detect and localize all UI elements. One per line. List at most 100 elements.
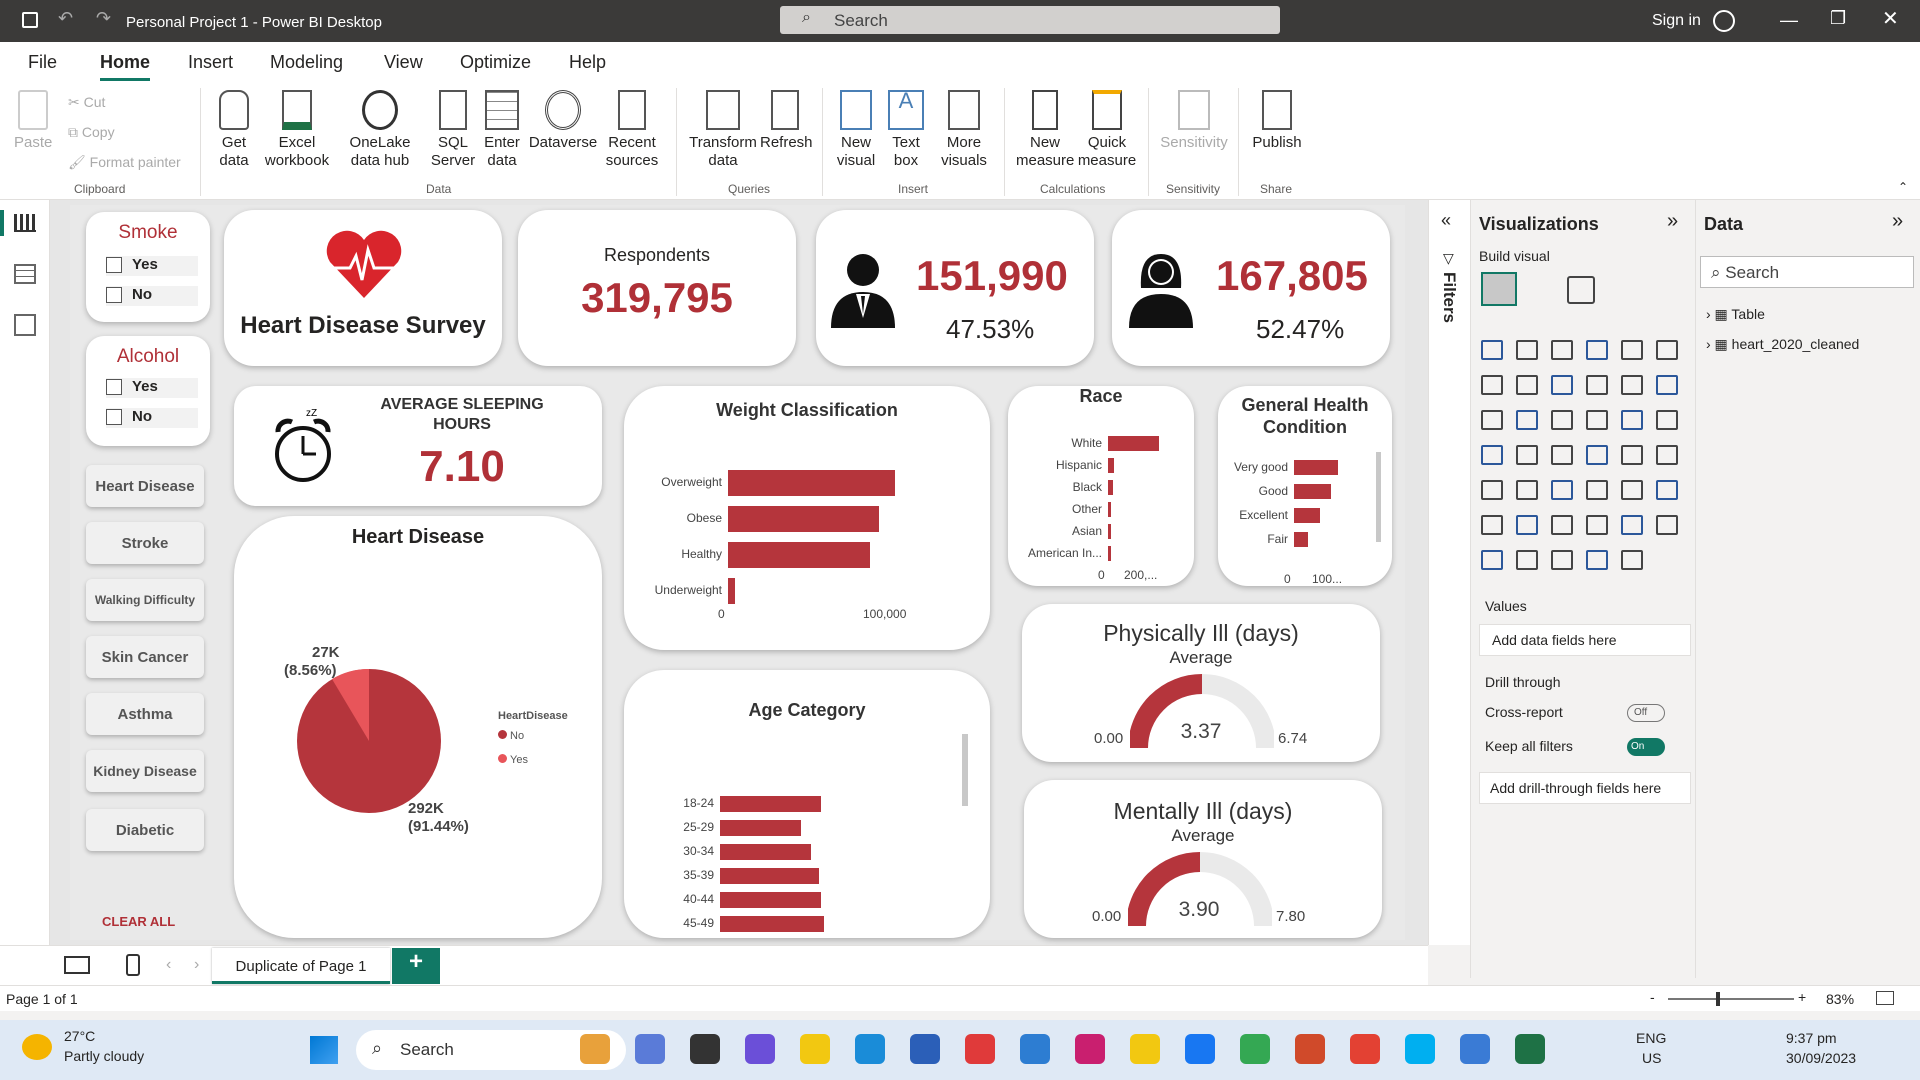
text-box-button[interactable]: A Text box: [884, 90, 928, 170]
zoom-slider[interactable]: [1668, 992, 1794, 1006]
mobile-layout-icon[interactable]: [126, 954, 140, 976]
alcohol-no-option[interactable]: No: [106, 408, 198, 428]
sensitivity-button[interactable]: Sensitivity: [1158, 90, 1230, 152]
add-data-fields[interactable]: Add data fields here: [1479, 624, 1691, 656]
visual-type-icon[interactable]: [1586, 550, 1608, 570]
format-painter-button[interactable]: 🖌 Format painter: [68, 154, 181, 171]
visual-type-icon[interactable]: [1586, 410, 1608, 430]
visual-type-icon[interactable]: [1481, 515, 1503, 535]
kidney-disease-button[interactable]: Kidney Disease: [86, 750, 204, 792]
onelake-button[interactable]: OneLake data hub: [334, 90, 426, 170]
skin-cancer-button[interactable]: Skin Cancer: [86, 636, 204, 678]
close-button[interactable]: ✕: [1882, 6, 1899, 31]
restore-button[interactable]: ❐: [1830, 8, 1846, 29]
taskbar-app-icon[interactable]: [1185, 1034, 1215, 1064]
add-page-button[interactable]: +: [392, 948, 440, 984]
bar[interactable]: [1294, 484, 1331, 499]
bar[interactable]: [1108, 524, 1111, 539]
taskbar-app-icon[interactable]: [1515, 1034, 1545, 1064]
report-view-button[interactable]: [14, 214, 36, 232]
data-search-input[interactable]: ⌕ Search: [1700, 256, 1914, 288]
report-view-icon[interactable]: [0, 210, 4, 236]
prev-page-icon[interactable]: ‹: [166, 956, 171, 974]
enter-data-button[interactable]: Enter data: [482, 90, 522, 170]
visual-type-icon[interactable]: [1621, 410, 1643, 430]
bar[interactable]: [720, 916, 825, 932]
transform-data-button[interactable]: Transform data: [688, 90, 758, 170]
dataverse-button[interactable]: Dataverse: [528, 90, 598, 152]
taskbar-app-icon[interactable]: [855, 1034, 885, 1064]
taskbar-app-icon[interactable]: [1460, 1034, 1490, 1064]
taskbar-app-icon[interactable]: [690, 1034, 720, 1064]
visual-type-icon[interactable]: [1656, 375, 1678, 395]
bar[interactable]: [720, 868, 819, 884]
taskbar-app-icon[interactable]: [1020, 1034, 1050, 1064]
legend-yes[interactable]: Yes: [498, 754, 528, 766]
menu-optimize[interactable]: Optimize: [460, 52, 531, 73]
menu-view[interactable]: View: [384, 52, 423, 73]
bar[interactable]: [1108, 546, 1111, 561]
quick-measure-button[interactable]: Quick measure: [1076, 90, 1138, 170]
visual-type-icon[interactable]: [1656, 410, 1678, 430]
taskbar-app-icon[interactable]: [910, 1034, 940, 1064]
data-item-table[interactable]: › ▦ Table: [1706, 306, 1765, 323]
visual-type-icon[interactable]: [1621, 480, 1643, 500]
visual-type-icon[interactable]: [1481, 340, 1503, 360]
visual-type-icon[interactable]: [1551, 550, 1573, 570]
visual-type-icon[interactable]: [1621, 375, 1643, 395]
heart-disease-button[interactable]: Heart Disease: [86, 465, 204, 507]
visual-type-icon[interactable]: [1516, 480, 1538, 500]
account-icon[interactable]: [1713, 10, 1735, 32]
visual-type-icon[interactable]: [1551, 445, 1573, 465]
visual-type-icon[interactable]: [1481, 550, 1503, 570]
data-item-heart-2020-cleaned[interactable]: › ▦ heart_2020_cleaned: [1706, 336, 1859, 353]
zoom-in-button[interactable]: +: [1798, 989, 1806, 1005]
taskbar-app-icon[interactable]: [745, 1034, 775, 1064]
bar[interactable]: [1108, 436, 1159, 451]
collapse-ribbon-icon[interactable]: ⌃: [1898, 180, 1908, 194]
taskbar-app-icon[interactable]: [1240, 1034, 1270, 1064]
bar[interactable]: [720, 892, 821, 908]
visual-type-icon[interactable]: [1551, 375, 1573, 395]
start-button[interactable]: [310, 1036, 338, 1064]
diabetic-button[interactable]: Diabetic: [86, 809, 204, 851]
taskbar-app-icon[interactable]: [1350, 1034, 1380, 1064]
new-measure-button[interactable]: New measure: [1016, 90, 1074, 170]
get-data-button[interactable]: Get data: [212, 90, 256, 170]
sql-server-button[interactable]: SQL Server: [428, 90, 478, 170]
bar[interactable]: [1294, 532, 1308, 547]
recent-sources-button[interactable]: Recent sources: [600, 90, 664, 170]
publish-button[interactable]: Publish: [1250, 90, 1304, 152]
data-collapse-icon[interactable]: »: [1892, 210, 1903, 233]
bar[interactable]: [728, 470, 895, 496]
table-view-button[interactable]: [14, 264, 36, 284]
visual-type-icon[interactable]: [1516, 515, 1538, 535]
filters-pane[interactable]: « ▽ Filters: [1428, 200, 1470, 945]
taskbar-app-icon[interactable]: [580, 1034, 610, 1064]
visual-type-icon[interactable]: [1586, 480, 1608, 500]
visual-type-icon[interactable]: [1656, 515, 1678, 535]
menu-home[interactable]: Home: [100, 52, 151, 81]
smoke-no-option[interactable]: No: [106, 286, 198, 306]
alcohol-yes-option[interactable]: Yes: [106, 378, 198, 398]
expand-filters-icon[interactable]: «: [1441, 210, 1451, 231]
cross-report-toggle[interactable]: Off: [1627, 704, 1665, 722]
visual-type-icon[interactable]: [1516, 340, 1538, 360]
legend-no[interactable]: No: [498, 730, 524, 742]
taskbar-app-icon[interactable]: [800, 1034, 830, 1064]
bar[interactable]: [1294, 460, 1339, 475]
bar[interactable]: [728, 542, 870, 568]
visual-type-icon[interactable]: [1586, 515, 1608, 535]
visual-type-icon[interactable]: [1621, 515, 1643, 535]
visual-type-icon[interactable]: [1621, 550, 1643, 570]
paste-button[interactable]: Paste: [14, 90, 52, 152]
visual-type-icon[interactable]: [1481, 445, 1503, 465]
bar[interactable]: [720, 844, 812, 860]
refresh-button[interactable]: Refresh: [760, 90, 813, 152]
smoke-yes-option[interactable]: Yes: [106, 256, 198, 276]
health-scrollbar[interactable]: [1376, 452, 1381, 542]
more-visuals-button[interactable]: More visuals: [938, 90, 990, 170]
taskbar-app-icon[interactable]: [1130, 1034, 1160, 1064]
bar[interactable]: [1108, 502, 1111, 517]
visual-type-icon[interactable]: [1656, 480, 1678, 500]
